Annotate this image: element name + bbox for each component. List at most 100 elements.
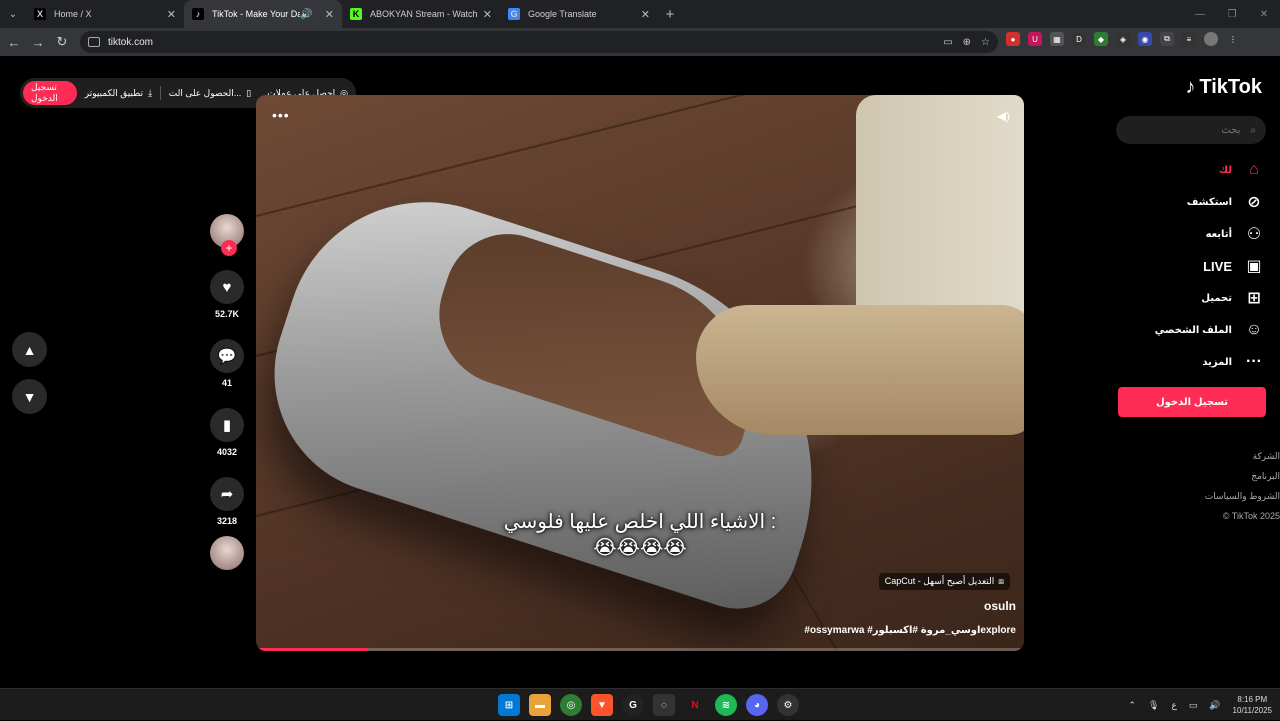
top-login-button[interactable]: تسجيل الدخول xyxy=(23,81,77,105)
comment-button[interactable]: 💬 xyxy=(210,339,244,373)
spotify-icon[interactable]: ≋ xyxy=(715,694,737,716)
footer-copyright: © TikTok 2025 xyxy=(1222,511,1280,521)
upload-icon: ⊞ xyxy=(1247,290,1261,307)
creator-avatar[interactable]: + xyxy=(210,214,244,256)
profile-avatar-icon[interactable] xyxy=(1204,32,1218,46)
tiktok-note-icon: ♪ xyxy=(1185,76,1196,98)
sidebar-item-for-you[interactable]: لك ⌂ xyxy=(1114,154,1264,186)
get-app-button[interactable]: الحصول على الت... ▯ xyxy=(161,88,259,99)
kick-logo-icon: K xyxy=(350,8,362,20)
extensions-area: ● U ▦ D ◆ ◈ ◉ ⧉ ≡ ⋮ xyxy=(1006,32,1240,46)
search-field[interactable]: بحث ⌕ xyxy=(1116,116,1266,144)
network-icon[interactable]: ▭ xyxy=(1189,700,1198,711)
discord-icon[interactable]: ◕ xyxy=(746,694,768,716)
comment-icon: 💬 xyxy=(217,348,237,365)
capcut-label: CapCut - التعديل أصبح أسهل xyxy=(884,576,995,586)
extension-icon[interactable]: D xyxy=(1072,32,1086,46)
cast-icon[interactable]: ▭ xyxy=(943,37,952,48)
tiktok-logo[interactable]: ♪ TikTok xyxy=(1185,76,1262,99)
browser-tab-bar: ⌄ X Home / X ✕ ♪ TikTok - Make Your Day … xyxy=(0,0,1280,28)
video-progress-bar[interactable] xyxy=(256,648,1024,651)
maximize-icon[interactable]: ❐ xyxy=(1216,0,1248,28)
close-tab-icon[interactable]: ✕ xyxy=(167,8,176,21)
app-icon[interactable]: ◌ xyxy=(653,694,675,716)
close-tab-icon[interactable]: ✕ xyxy=(325,8,334,21)
like-button[interactable]: ♥ xyxy=(210,270,244,304)
clock[interactable]: 8:16 PM 10/11/2025 xyxy=(1233,694,1272,716)
eye-extension-icon[interactable]: ◉ xyxy=(1138,32,1152,46)
next-video-button[interactable]: ▼ xyxy=(12,379,47,414)
volume-icon[interactable]: ◀) xyxy=(997,109,1010,123)
forward-icon[interactable]: → xyxy=(26,30,50,54)
search-icon[interactable]: ⌕ xyxy=(1250,125,1256,136)
new-tab-button[interactable]: + xyxy=(658,2,682,26)
close-tab-icon[interactable]: ✕ xyxy=(483,8,492,21)
tab-home-x[interactable]: X Home / X ✕ xyxy=(26,0,184,28)
sidebar-item-label: LIVE xyxy=(1203,258,1232,274)
sidebar-login-button[interactable]: تسجيل الدخول xyxy=(1118,387,1266,417)
tab-search-icon[interactable]: ⌄ xyxy=(0,0,26,28)
reading-list-icon[interactable]: ≡ xyxy=(1182,32,1196,46)
tab-google-translate[interactable]: G Google Translate ✕ xyxy=(500,0,658,28)
sidebar-item-upload[interactable]: تحميل ⊞ xyxy=(1114,282,1264,314)
footer-link-terms[interactable]: الشروط والسياسات xyxy=(1205,486,1280,506)
url-text[interactable]: tiktok.com xyxy=(108,37,153,48)
extension-icon[interactable]: ◈ xyxy=(1116,32,1130,46)
zoom-icon[interactable]: ⊕ xyxy=(963,37,971,48)
app-icon[interactable]: ⚙ xyxy=(777,694,799,716)
bookmark-icon: ▮ xyxy=(222,417,232,434)
extension-icon[interactable]: U xyxy=(1028,32,1042,46)
footer-link-program[interactable]: البرنامج xyxy=(1205,466,1280,486)
save-count: 4032 xyxy=(216,447,238,457)
save-button[interactable]: ▮ xyxy=(210,408,244,442)
netflix-icon[interactable]: N xyxy=(684,694,706,716)
reload-icon[interactable]: ↻ xyxy=(50,30,74,54)
app-icon[interactable]: G xyxy=(622,694,644,716)
chrome-icon[interactable]: ◎ xyxy=(560,694,582,716)
extensions-puzzle-icon[interactable]: ⧉ xyxy=(1160,32,1174,46)
file-explorer-icon[interactable]: ▬ xyxy=(529,694,551,716)
caption-line-2: 😭😭😭😭 xyxy=(593,537,687,559)
sidebar-item-label: المزيد xyxy=(1202,356,1232,368)
extension-icon[interactable]: ▦ xyxy=(1050,32,1064,46)
pc-app-label: تطبيق الكمبيوتر xyxy=(84,87,144,98)
sidebar-item-profile[interactable]: الملف الشخصي ☺ xyxy=(1114,314,1264,346)
video-more-icon[interactable]: ••• xyxy=(272,107,290,123)
brave-icon[interactable]: ▼ xyxy=(591,694,613,716)
volume-tray-icon[interactable]: 🔊 xyxy=(1209,700,1220,711)
close-tab-icon[interactable]: ✕ xyxy=(641,8,650,21)
window-controls: — ❐ ✕ xyxy=(1184,0,1280,28)
windows-start-icon[interactable]: ⊞ xyxy=(498,694,520,716)
browser-menu-icon[interactable]: ⋮ xyxy=(1226,32,1240,46)
video-author[interactable]: osuln xyxy=(984,599,1016,613)
video-hashtags[interactable]: #ossymarwa #اوسي_مروة #اكسبلورexplore xyxy=(804,625,1016,636)
video-progress-fill xyxy=(256,648,368,651)
music-disc-avatar[interactable] xyxy=(210,536,244,570)
sidebar-item-live[interactable]: LIVE ▣ xyxy=(1114,250,1264,282)
tab-tiktok[interactable]: ♪ TikTok - Make Your Day 🔊 ✕ xyxy=(184,0,342,28)
tab-kick-stream[interactable]: K ABOKYAN Stream - Watch Live ✕ xyxy=(342,0,500,28)
minimize-icon[interactable]: — xyxy=(1184,0,1216,28)
tray-chevron-up-icon[interactable]: ⌃ xyxy=(1128,700,1136,711)
omnibox[interactable]: tiktok.com ▭ ⊕ ☆ xyxy=(80,31,998,53)
input-language[interactable]: ع xyxy=(1171,700,1176,711)
sidebar-item-more[interactable]: المزيد ··· xyxy=(1114,346,1264,378)
sidebar-item-following[interactable]: أتابعه ⚇ xyxy=(1114,218,1264,250)
capcut-badge[interactable]: CapCut - التعديل أصبح أسهل ⧈ xyxy=(878,573,1010,590)
share-button[interactable]: ➦ xyxy=(210,477,244,511)
follow-plus-icon[interactable]: + xyxy=(221,240,237,256)
close-window-icon[interactable]: ✕ xyxy=(1248,0,1280,28)
video-player[interactable]: ••• ◀) الاشياء اللي اخلص عليها فلوسي : 😭… xyxy=(256,95,1024,651)
sidebar-item-explore[interactable]: استكشف ⊘ xyxy=(1114,186,1264,218)
shield-extension-icon[interactable]: ◆ xyxy=(1094,32,1108,46)
speaker-icon[interactable]: 🔊 xyxy=(300,9,312,20)
site-info-icon[interactable] xyxy=(88,37,100,47)
microphone-icon[interactable]: 🎙 xyxy=(1148,700,1159,711)
pc-app-button[interactable]: تطبيق الكمبيوتر ⤓ xyxy=(77,88,160,99)
back-icon[interactable]: ← xyxy=(2,30,26,54)
footer-link-company[interactable]: الشركة xyxy=(1205,446,1280,466)
bookmark-star-icon[interactable]: ☆ xyxy=(981,37,990,48)
sidebar-item-label: تحميل xyxy=(1201,292,1232,304)
previous-video-button[interactable]: ▲ xyxy=(12,332,47,367)
extension-icon[interactable]: ● xyxy=(1006,32,1020,46)
